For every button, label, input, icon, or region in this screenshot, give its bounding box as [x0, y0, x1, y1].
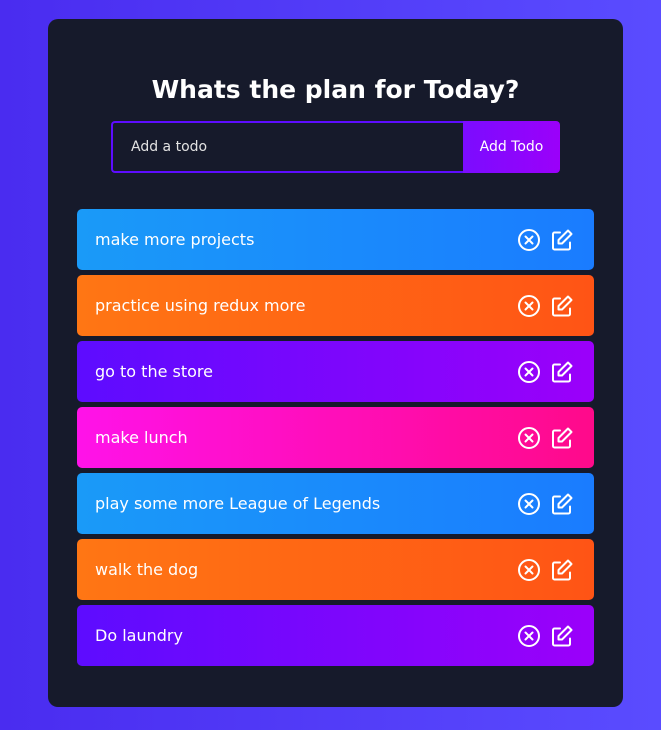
todo-text[interactable]: make more projects: [95, 230, 254, 249]
todo-actions: [517, 294, 576, 318]
todo-actions: [517, 492, 576, 516]
todo-text[interactable]: practice using redux more: [95, 296, 305, 315]
edit-icon[interactable]: [550, 624, 574, 648]
todo-list: make more projects practice using redux …: [77, 209, 594, 671]
todo-row: practice using redux more: [77, 275, 594, 336]
close-circle-icon[interactable]: [517, 624, 541, 648]
todo-row: make more projects: [77, 209, 594, 270]
todo-row: go to the store: [77, 341, 594, 402]
page-title: Whats the plan for Today?: [151, 75, 520, 104]
todo-app: Whats the plan for Today? Add Todo make …: [48, 19, 623, 707]
todo-row: make lunch: [77, 407, 594, 468]
edit-icon[interactable]: [550, 426, 574, 450]
edit-icon[interactable]: [550, 558, 574, 582]
close-circle-icon[interactable]: [517, 492, 541, 516]
edit-icon[interactable]: [550, 360, 574, 384]
todo-actions: [517, 558, 576, 582]
close-circle-icon[interactable]: [517, 558, 541, 582]
close-circle-icon[interactable]: [517, 426, 541, 450]
todo-input[interactable]: [111, 121, 463, 173]
close-circle-icon[interactable]: [517, 228, 541, 252]
add-todo-button[interactable]: Add Todo: [463, 121, 560, 173]
todo-actions: [517, 624, 576, 648]
todo-text[interactable]: play some more League of Legends: [95, 494, 380, 513]
todo-row: walk the dog: [77, 539, 594, 600]
todo-actions: [517, 228, 576, 252]
todo-text[interactable]: make lunch: [95, 428, 188, 447]
edit-icon[interactable]: [550, 492, 574, 516]
todo-text[interactable]: Do laundry: [95, 626, 183, 645]
todo-actions: [517, 360, 576, 384]
todo-form: Add Todo: [111, 121, 560, 173]
close-circle-icon[interactable]: [517, 360, 541, 384]
edit-icon[interactable]: [550, 294, 574, 318]
todo-row: play some more League of Legends: [77, 473, 594, 534]
todo-actions: [517, 426, 576, 450]
todo-text[interactable]: walk the dog: [95, 560, 198, 579]
close-circle-icon[interactable]: [517, 294, 541, 318]
edit-icon[interactable]: [550, 228, 574, 252]
todo-row: Do laundry: [77, 605, 594, 666]
todo-text[interactable]: go to the store: [95, 362, 213, 381]
